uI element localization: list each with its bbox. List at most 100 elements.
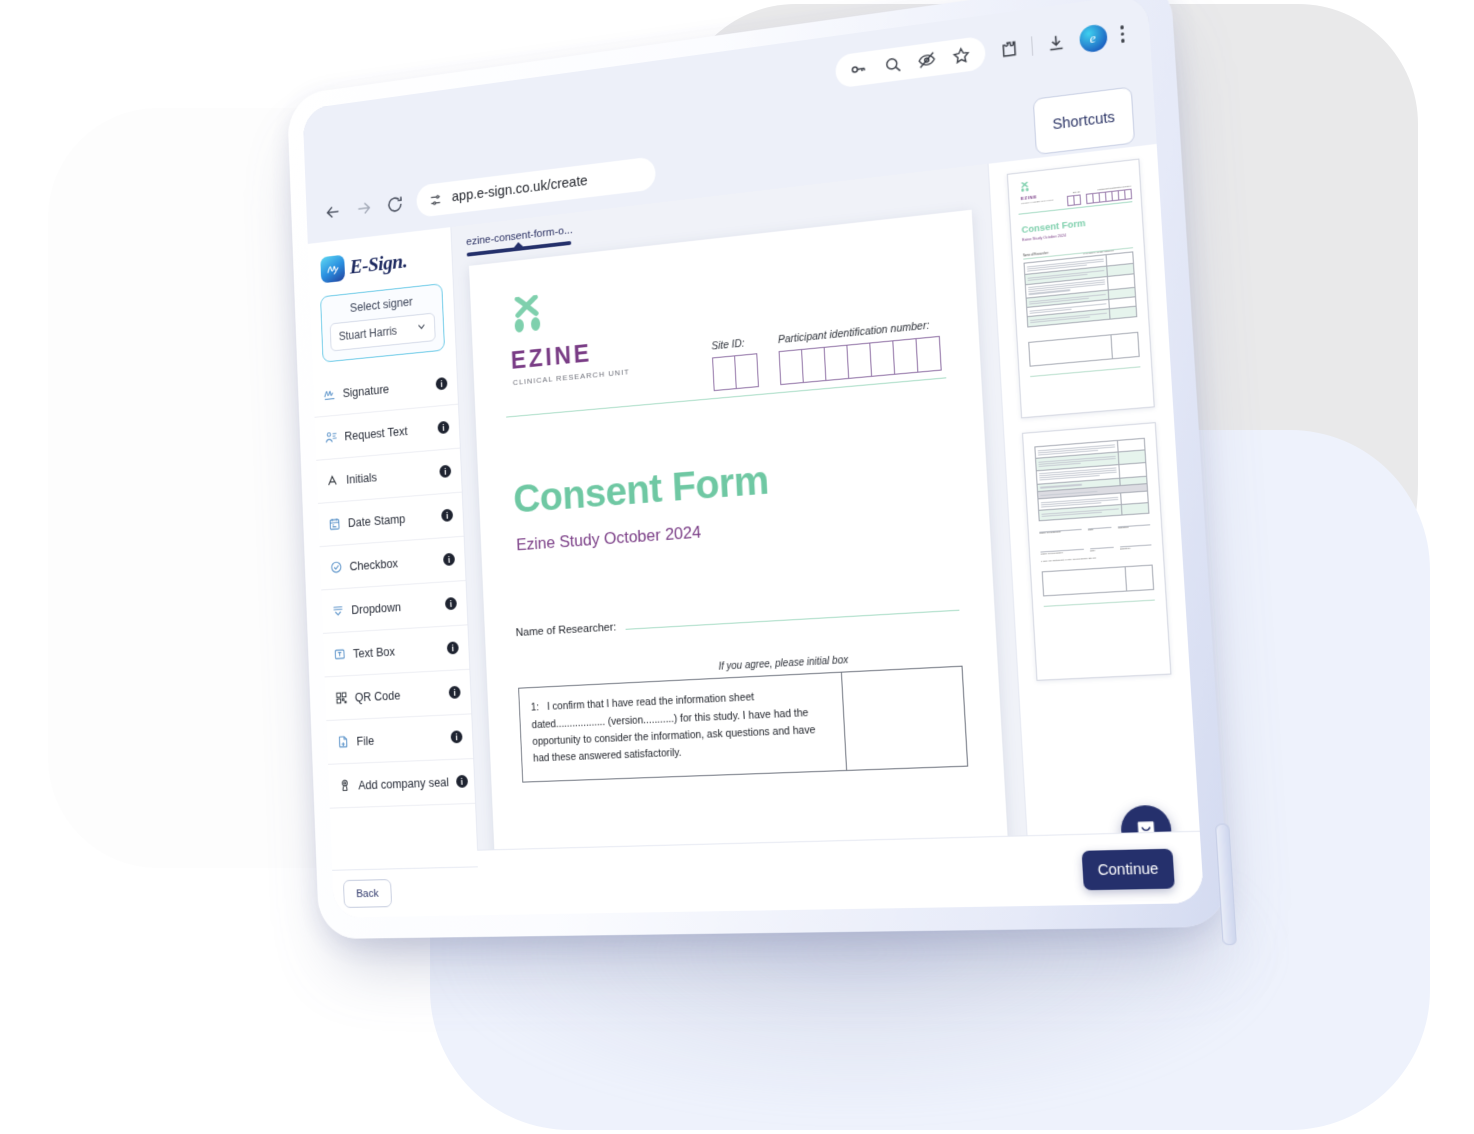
sidebar-footer: Back (332, 866, 480, 917)
file-icon (336, 734, 350, 749)
signature-row: Name of Researcher Date Signature (1041, 545, 1152, 556)
password-key-icon[interactable] (848, 58, 868, 79)
info-icon[interactable]: i (436, 377, 448, 390)
thumb-participant-label: Participant identification number: (1086, 186, 1132, 193)
document-pane: ezine-consent-form-o... EZINE CLINICAL R… (451, 164, 1030, 915)
signature-row: Name of Participant Date Signature (1039, 524, 1150, 535)
request-text-icon (324, 430, 337, 445)
extensions-puzzle-icon[interactable] (997, 38, 1018, 60)
thumb-row (1035, 439, 1144, 459)
thumb-participant-id: Participant identification number: (1086, 186, 1133, 205)
site-id-boxes[interactable] (712, 353, 759, 391)
continue-button[interactable]: Continue (1082, 848, 1175, 890)
tool-item-qr-code[interactable]: QR Code i (325, 670, 472, 721)
researcher-label: Name of Researcher: (515, 622, 616, 640)
info-icon[interactable]: i (445, 597, 457, 610)
shortcuts-button[interactable]: Shortcuts (1033, 86, 1136, 155)
tablet-screen: e app.e-sign.co.uk/create Shortcuts E-Si… (303, 0, 1205, 918)
thumb-row (1038, 477, 1147, 492)
kebab-menu-icon[interactable] (1120, 25, 1125, 42)
app-body: E-Sign. Select signer Stuart Harris Sign… (308, 144, 1205, 918)
info-icon[interactable]: i (441, 509, 453, 522)
thumb-row (1039, 504, 1148, 520)
thumb-blank-table (1028, 331, 1140, 366)
thumbnail-page-1[interactable]: EZINE CLINICAL RESEARCH UNIT Site ID: Pa… (1007, 159, 1155, 419)
consent-item-number: 1: (531, 702, 540, 714)
tool-label: File (356, 731, 444, 748)
browser-reload-icon[interactable] (385, 193, 405, 216)
tool-item-add-company-seal[interactable]: Add company seal i (328, 759, 475, 809)
thumb-row (1026, 274, 1135, 299)
thumb2-footer-note: 1 copy for participant; 1 copy for resea… (1041, 554, 1152, 563)
ezine-dna-mark-icon (510, 294, 545, 345)
tool-label: Add company seal (358, 775, 449, 792)
thumb2-consent-table (1034, 438, 1149, 521)
info-icon[interactable]: i (437, 421, 449, 434)
info-icon[interactable]: i (447, 641, 459, 654)
sig-signature-label: Signature (1120, 546, 1152, 550)
check-circle-icon (330, 560, 343, 575)
browser-forward-icon[interactable] (354, 197, 374, 220)
chat-bubble-button[interactable] (1120, 805, 1173, 856)
zoom-out-icon[interactable] (882, 54, 902, 76)
omnibox-action-icons (834, 36, 985, 89)
thumb2-footer-rule (1044, 599, 1155, 606)
info-icon[interactable]: i (439, 465, 451, 478)
thumb-row (1027, 298, 1135, 318)
thumb-row (1025, 264, 1133, 284)
text-box-icon (333, 647, 346, 662)
researcher-input-line[interactable] (626, 610, 960, 630)
thumb-footer-rule (1030, 366, 1140, 376)
consent-initial-cell[interactable] (842, 667, 967, 770)
back-button[interactable]: Back (343, 879, 392, 908)
thumb-site-id-label: Site ID: (1067, 191, 1081, 195)
document-title: Consent Form (512, 442, 952, 523)
chat-bubble-icon (1133, 818, 1158, 842)
thumb-org-subtitle: CLINICAL RESEARCH UNIT (1021, 190, 1132, 205)
company-seal-icon (338, 778, 352, 793)
info-icon[interactable]: i (449, 686, 461, 699)
browser-back-icon[interactable] (323, 201, 343, 224)
tool-label: Initials (346, 466, 433, 486)
thumb-row (1036, 451, 1145, 471)
chevron-down-icon (416, 319, 426, 337)
tool-item-file[interactable]: File i (326, 714, 473, 764)
tool-item-text-box[interactable]: Text Box i (323, 625, 469, 677)
thumb-researcher-line (1023, 247, 1133, 259)
thumb-row (1028, 307, 1136, 326)
profile-avatar[interactable]: e (1078, 23, 1107, 53)
tool-label: Text Box (353, 642, 440, 660)
thumb-id-row: Site ID: Participant identification numb… (1018, 186, 1133, 212)
tool-list: Signature i Request Text i Initials i Da… (313, 361, 478, 870)
tune-sliders-icon[interactable] (429, 192, 443, 208)
document-page: EZINE CLINICAL RESEARCH UNIT Site ID: Pa… (469, 210, 1012, 915)
tool-label: Signature (342, 378, 429, 399)
thumb-org-name: EZINE (1021, 183, 1132, 201)
consent-table: 1: I confirm that I have read the inform… (518, 666, 968, 783)
esign-signature-logo-icon (320, 255, 345, 284)
download-icon[interactable] (1045, 32, 1066, 54)
info-icon[interactable]: i (443, 553, 455, 566)
calendar-icon (328, 516, 341, 531)
thumb-row (1025, 253, 1133, 276)
thumb-researcher-label: Name of Researcher: (1023, 242, 1135, 257)
participant-id-label: Participant identification number: (778, 319, 940, 347)
select-signer-card: Select signer Stuart Harris (320, 283, 445, 362)
qr-code-icon (335, 690, 349, 705)
omnibox-url-text: app.e-sign.co.uk/create (451, 173, 587, 205)
participant-id-boxes[interactable] (779, 336, 942, 385)
signer-select[interactable]: Stuart Harris (330, 312, 436, 351)
bookmark-star-icon[interactable] (951, 45, 971, 67)
tool-label: Date Stamp (348, 510, 435, 530)
site-id-group: Site ID: (711, 336, 759, 391)
info-icon[interactable]: i (450, 730, 462, 743)
participant-id-group: Participant identification number: (778, 319, 942, 386)
hide-eye-icon[interactable] (916, 49, 936, 71)
thumb-site-id: Site ID: (1067, 191, 1081, 206)
tool-label: Dropdown (351, 598, 438, 617)
sig-name-label: Name of Researcher (1041, 551, 1084, 556)
info-icon[interactable]: i (456, 775, 468, 788)
thumbnail-page-2[interactable]: Name of Participant Date Signature Name … (1022, 422, 1171, 681)
tablet-side-button[interactable] (1215, 823, 1237, 945)
tool-label: QR Code (355, 686, 442, 704)
